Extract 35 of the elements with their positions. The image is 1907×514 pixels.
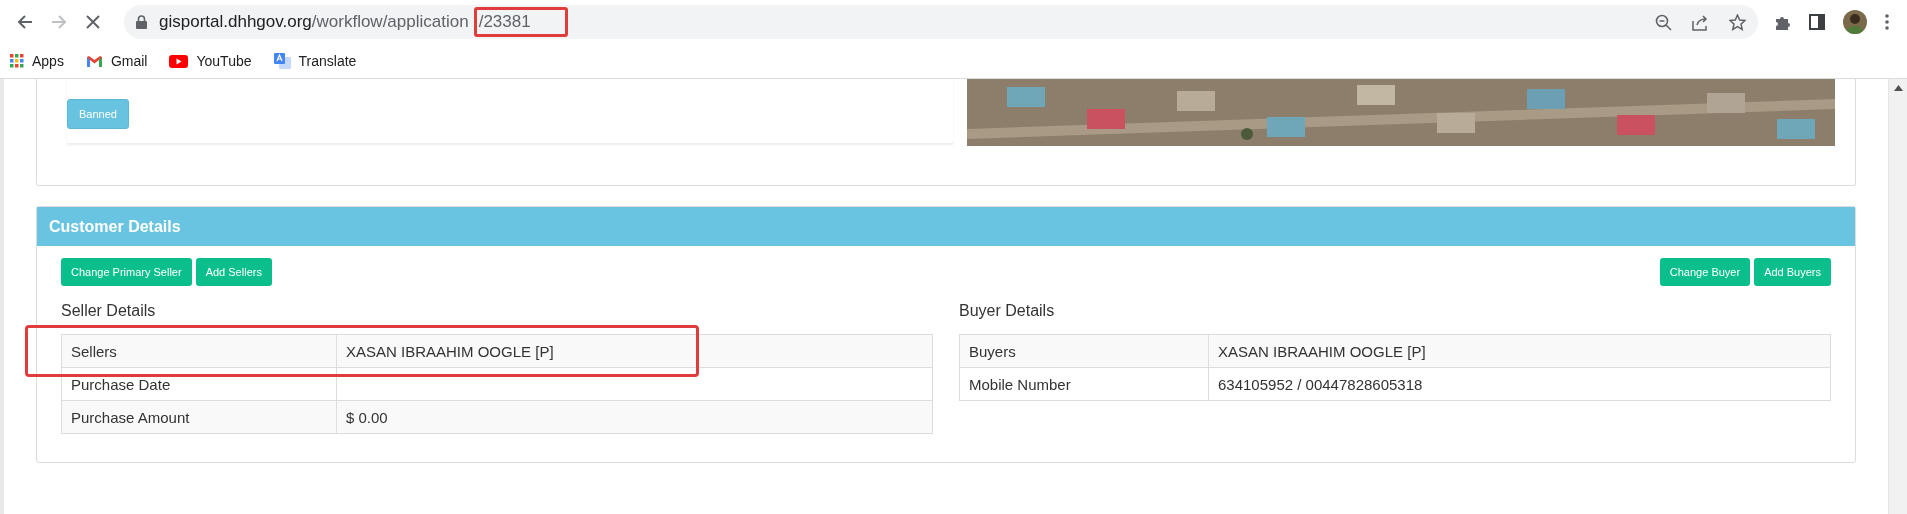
forward-arrow-icon [51,14,67,30]
avatar[interactable] [1843,10,1867,34]
apps-grid-icon [10,54,24,68]
zoom-out-icon[interactable] [1655,13,1672,31]
scroll-up-icon[interactable] [1893,85,1903,91]
bookmark[interactable]: YouTube [169,53,252,69]
url-path: /workflow/application [311,12,469,32]
close-icon [86,15,100,29]
bookmark[interactable]: Translate [273,52,357,70]
table-cell: Buyers [959,334,1209,368]
more-menu-icon[interactable] [1885,14,1889,30]
bookmark[interactable]: Gmail [85,53,148,69]
share-icon[interactable] [1692,13,1709,31]
table-cell: Sellers [61,334,337,368]
lock-icon [136,15,147,29]
side-panel-icon[interactable] [1809,14,1825,30]
table-cell: Purchase Amount [61,400,337,434]
panel-header: Customer Details [37,207,1855,246]
url-id: /23381 [473,7,568,37]
bookmark[interactable]: Apps [10,53,64,69]
table-cell: 634105952 / 00447828605318 [1208,367,1831,401]
address-bar[interactable]: gisportal.dhhgov.org/workflow/application /23381 [124,5,1758,39]
star-icon[interactable] [1729,13,1746,31]
section-heading: Buyer Details [959,302,1056,321]
envelope-m-icon [85,54,103,68]
table-cell: XASAN IBRAAHIM OOGLE [P] [1208,334,1831,368]
url-host: gisportal.dhhgov.org [159,12,312,32]
section-heading: Seller Details [61,302,157,321]
table-cell: Mobile Number [959,367,1209,401]
table-cell: $ 0.00 [336,400,933,434]
table-cell: XASAN IBRAAHIM OOGLE [P] [336,334,933,368]
translate-icon [273,52,291,70]
table-cell: Purchase Date [61,367,337,401]
play-icon [169,54,189,68]
back-arrow-icon [17,14,33,30]
